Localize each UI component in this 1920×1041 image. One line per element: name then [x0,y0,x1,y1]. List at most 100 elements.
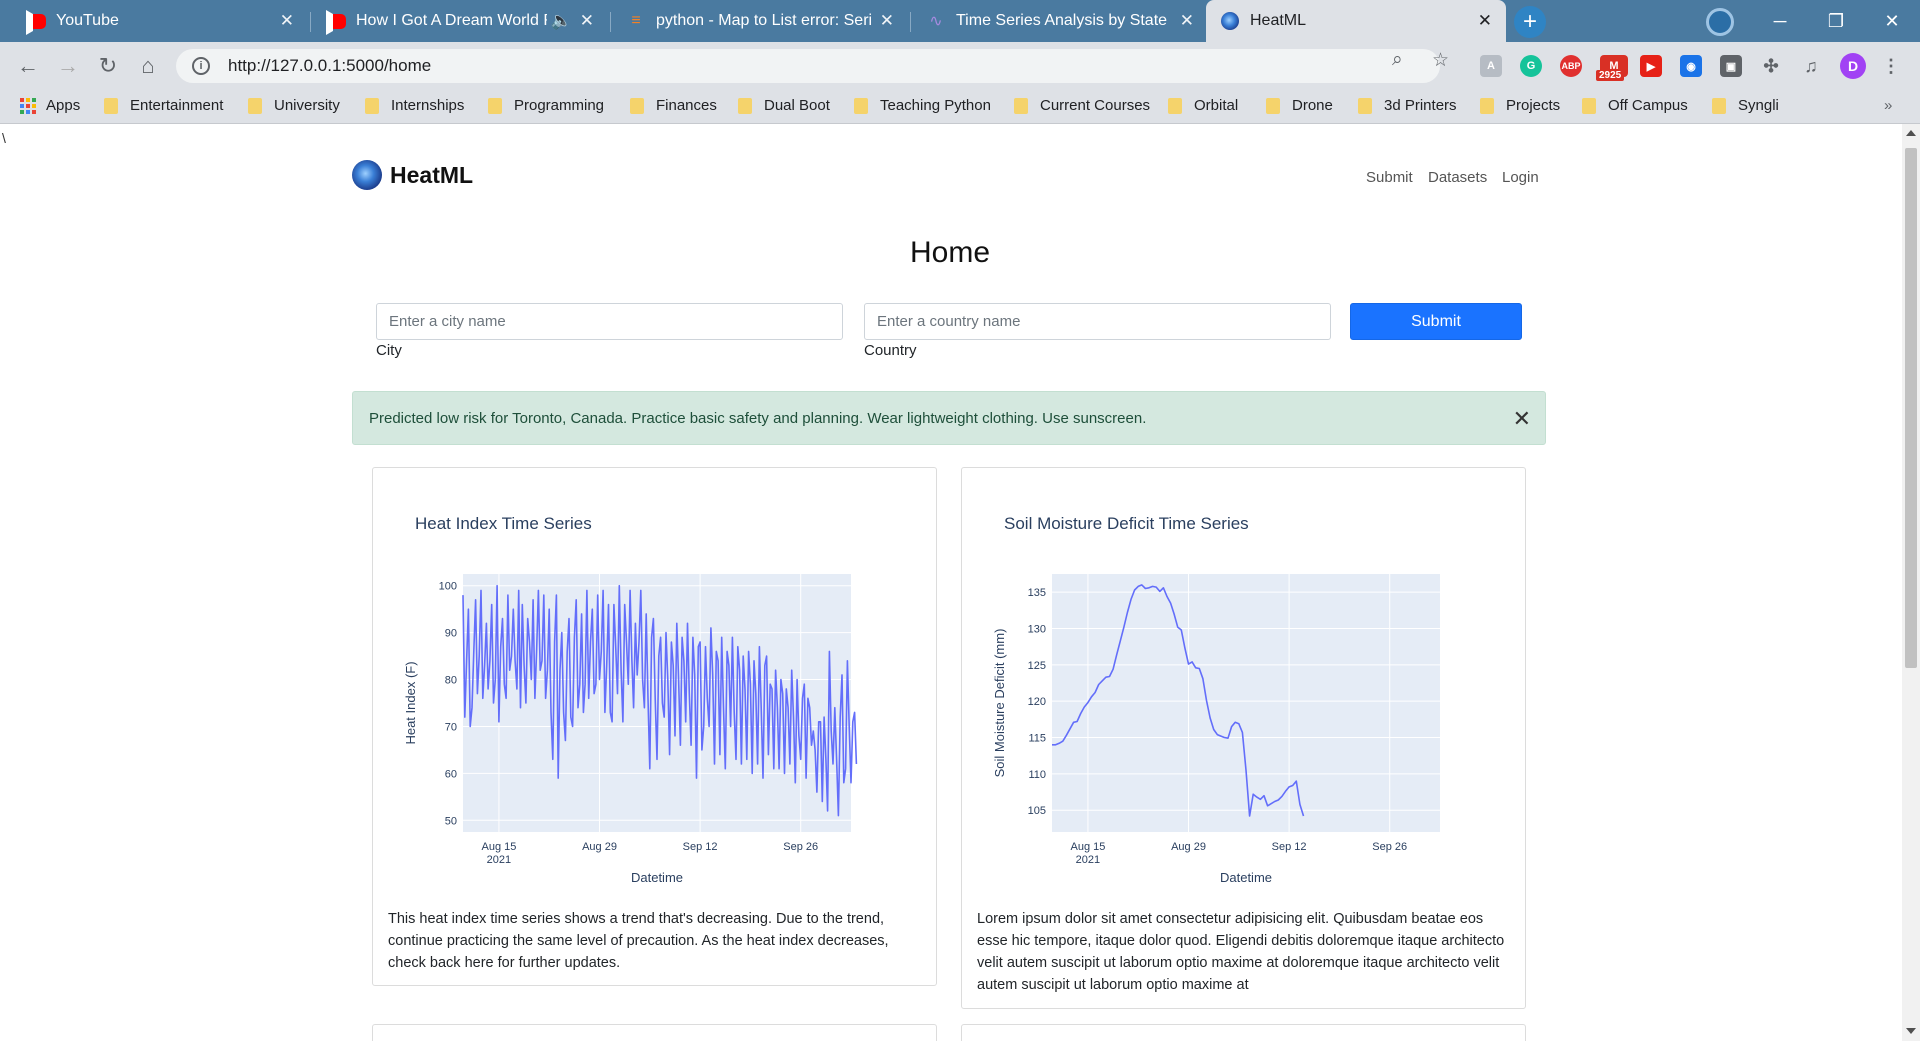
puzzle-icon[interactable]: ✣ [1760,55,1782,77]
submit-button[interactable]: Submit [1350,303,1522,340]
extension-icon[interactable]: A [1480,55,1502,77]
tab-title: HeatML [1250,12,1307,29]
folder-icon [630,97,644,114]
zoom-icon[interactable]: ⌕ [1392,49,1403,71]
bookmark-folder[interactable]: Finances [630,97,717,114]
back-icon[interactable]: ← [12,50,44,82]
bookmark-label: Apps [46,97,81,114]
reload-icon[interactable]: ↻ [92,50,124,82]
folder-icon [1358,97,1372,114]
x-tick-label: Aug 15 [481,841,516,853]
url-text: http://127.0.0.1:5000/home [228,56,432,75]
close-icon[interactable]: ✕ [580,11,594,31]
forward-icon[interactable]: → [52,50,84,82]
bookmark-folder[interactable]: University [248,97,340,114]
bookmark-folder[interactable]: Teaching Python [854,97,991,114]
video-icon[interactable]: ▶ [1640,55,1662,77]
y-tick-label: 130 [1028,624,1046,636]
home-icon[interactable]: ⌂ [132,50,164,82]
menu-icon[interactable]: ⋮ [1880,55,1902,77]
screen-capture-icon[interactable]: ◉ [1680,55,1702,77]
close-icon[interactable]: ✕ [280,11,294,31]
x-tick-label: Aug 15 [1070,841,1105,853]
profile-avatar[interactable]: D [1840,53,1866,79]
minimize-button[interactable]: ─ [1752,0,1808,42]
bookmark-folder[interactable]: Dual Boot [738,97,830,114]
folder-icon [854,97,868,114]
tab-time-series[interactable]: ∿ Time Series Analysis by State Spa ✕ [912,0,1208,42]
bookmark-label: Current Courses [1040,97,1151,114]
bookmark-label: Entertainment [130,97,224,114]
y-tick-label: 70 [445,721,457,733]
media-icon[interactable]: ♫ [1800,55,1822,77]
bookmark-label: University [274,97,340,114]
bookmark-apps[interactable]: Apps [20,97,80,114]
bookmark-folder[interactable]: Programming [488,97,604,114]
country-input[interactable] [864,303,1331,340]
browser-toolbar: ← → ↻ ⌂ i http://127.0.0.1:5000/home ⌕ ☆… [0,42,1920,89]
y-tick-label: 60 [445,768,457,780]
more-bookmarks-icon[interactable]: » [1884,97,1892,114]
stackoverflow-icon: ≡ [631,12,641,29]
y-axis-title: Soil Moisture Deficit (mm) [992,629,1007,778]
x-tick-label: Sep 12 [683,841,718,853]
scroll-thumb[interactable] [1905,148,1917,668]
bookmark-label: Syngli [1738,97,1779,114]
folder-icon [1266,97,1280,114]
nav-datasets-link[interactable]: Datasets [1428,169,1487,186]
scroll-up-icon[interactable] [1906,130,1916,136]
nav-login-link[interactable]: Login [1502,169,1539,186]
y-axis-title: Heat Index (F) [403,661,418,744]
folder-icon [365,97,379,114]
bookmark-folder[interactable]: Projects [1480,97,1560,114]
close-icon[interactable]: ✕ [880,11,894,31]
tab-search-icon[interactable] [1706,8,1734,36]
new-tab-button[interactable]: + [1514,6,1546,38]
page-title: Home [909,236,991,269]
tab-dream-world[interactable]: How I Got A Dream World R 🔈 ✕ [312,0,608,42]
bookmark-folder[interactable]: Orbital [1168,97,1238,114]
extension-window-icon[interactable]: ▣ [1720,55,1742,77]
bookmark-label: Projects [1506,97,1561,114]
folder-icon [1168,97,1182,114]
bookmark-folder[interactable]: Drone [1266,97,1333,114]
address-bar[interactable]: i http://127.0.0.1:5000/home [176,49,1440,83]
nav-submit-link[interactable]: Submit [1366,169,1413,186]
restore-button[interactable]: ❐ [1808,0,1864,42]
grammarly-icon[interactable]: G [1520,55,1542,77]
x-tick-label: 2021 [487,854,511,866]
soil-moisture-chart: 105 110 115 120 125 130 135 Aug 152021 Aug 29 Sep… [992,574,1440,885]
bookmark-star-icon[interactable]: ☆ [1432,49,1449,72]
site-info-icon[interactable]: i [192,57,210,75]
tab-stackoverflow[interactable]: ≡ python - Map to List error: Serie ✕ [612,0,908,42]
alert-message: Predicted low risk for Toronto, Canada. … [369,409,1147,427]
heatml-icon [1220,11,1240,31]
adblock-icon[interactable]: ABP [1560,55,1582,77]
x-tick-label: Aug 29 [582,841,617,853]
scroll-down-icon[interactable] [1906,1028,1916,1034]
bookmark-folder[interactable]: Entertainment [104,97,223,114]
bookmark-folder[interactable]: Off Campus [1582,97,1688,114]
heat-index-card: Heat Index Time Series 50 60 70 80 90 100 Aug … [372,467,937,986]
brand[interactable]: HeatML [352,160,473,190]
plot-area [1052,574,1440,832]
folder-icon [248,97,262,114]
scrollbar[interactable] [1902,124,1920,1041]
bookmark-folder[interactable]: Internships [365,97,464,114]
bookmark-folder[interactable]: 3d Printers [1358,97,1457,114]
close-icon[interactable]: ✕ [1513,406,1531,432]
bookmark-folder[interactable]: Current Courses [1014,97,1150,114]
folder-icon [1712,97,1726,114]
bookmark-folder[interactable]: Syngli [1712,97,1779,114]
folder-icon [1582,97,1596,114]
close-icon[interactable]: ✕ [1180,11,1194,31]
x-axis-title: Datetime [1220,870,1272,885]
close-window-button[interactable]: ✕ [1864,0,1920,42]
heat-index-chart: 50 60 70 80 90 100 Aug 152021 Aug 29 Sep 12 Sep 2… [403,574,858,885]
tab-heatml[interactable]: HeatML ✕ [1206,0,1506,42]
city-input[interactable] [376,303,843,340]
close-icon[interactable]: ✕ [1478,11,1492,31]
card [961,1024,1526,1041]
tab-youtube[interactable]: YouTube ✕ [12,0,308,42]
speaker-icon[interactable]: 🔈 [551,11,572,31]
